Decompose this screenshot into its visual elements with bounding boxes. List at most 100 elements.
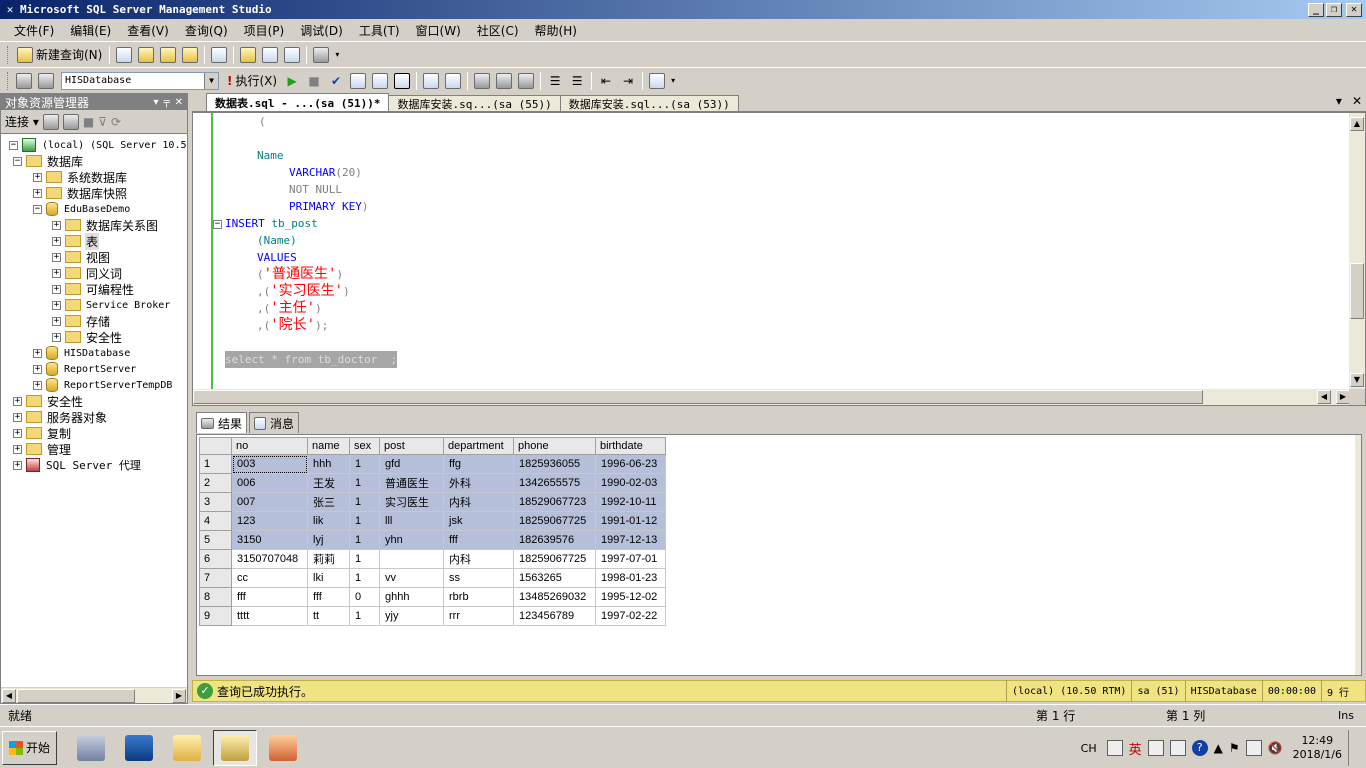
cell-birthdate[interactable]: 1997-12-13 bbox=[595, 530, 666, 550]
cell-birthdate[interactable]: 1997-02-22 bbox=[595, 606, 666, 626]
table-row[interactable]: 7 cc lki 1 vv ss 1563265 1998-01-23 bbox=[199, 568, 666, 588]
tree-node-replication[interactable]: + 复制 bbox=[13, 425, 72, 441]
tree-node-tables[interactable]: + 表 bbox=[52, 232, 100, 250]
minimize-button[interactable]: _ bbox=[1308, 2, 1324, 17]
row-number[interactable]: 4 bbox=[199, 511, 232, 531]
column-header-no[interactable]: no bbox=[231, 437, 308, 455]
menu-project[interactable]: 项目(P) bbox=[236, 22, 293, 39]
connect-dropdown[interactable]: 连接 ▾ bbox=[5, 113, 39, 130]
results-vscrollbar[interactable] bbox=[1355, 435, 1361, 675]
tree-node-sql-agent[interactable]: + SQL Server 代理 bbox=[13, 457, 142, 473]
filter-icon[interactable]: ⊽ bbox=[98, 115, 107, 129]
available-databases-select[interactable]: HISDatabase ▼ bbox=[61, 71, 219, 90]
ime-language[interactable]: CH bbox=[1077, 742, 1101, 755]
cell-phone[interactable]: 123456789 bbox=[513, 606, 596, 626]
cell-post[interactable]: ghhh bbox=[379, 587, 444, 607]
cell-post[interactable] bbox=[379, 549, 444, 569]
cell-no[interactable]: 3150 bbox=[231, 530, 308, 550]
show-desktop-button[interactable] bbox=[1348, 730, 1358, 766]
tray-expand-icon[interactable]: ▲ bbox=[1214, 741, 1223, 755]
scroll-left-icon[interactable]: ◀ bbox=[2, 689, 16, 703]
decrease-indent-button[interactable]: ⇤ bbox=[595, 70, 617, 92]
cell-phone[interactable]: 1563265 bbox=[513, 568, 596, 588]
volume-icon[interactable]: 🔇 bbox=[1268, 741, 1283, 755]
cell-birthdate[interactable]: 1996-06-23 bbox=[595, 454, 666, 474]
collapse-icon[interactable]: − bbox=[213, 220, 222, 229]
table-row[interactable]: 3 007 张三 1 实习医生 内科 18529067723 1992-10-1… bbox=[199, 492, 666, 512]
expand-icon[interactable]: + bbox=[52, 268, 61, 278]
tree-node-databases[interactable]: − 数据库 bbox=[13, 153, 84, 169]
toolbar-overflow-button[interactable]: ▾ bbox=[668, 70, 678, 92]
cell-birthdate[interactable]: 1992-10-11 bbox=[595, 492, 666, 512]
cell-no[interactable]: 007 bbox=[231, 492, 308, 512]
toolbar-grip[interactable] bbox=[7, 45, 10, 64]
expand-icon[interactable]: + bbox=[13, 396, 22, 406]
tree-node-reportserver[interactable]: + ReportServer bbox=[33, 361, 137, 377]
menu-debug[interactable]: 调试(D) bbox=[292, 22, 351, 39]
expand-icon[interactable]: + bbox=[52, 220, 61, 230]
ssms-app-icon[interactable]: ✕ bbox=[2, 2, 18, 18]
row-number[interactable]: 3 bbox=[199, 492, 232, 512]
estimated-plan-button[interactable] bbox=[347, 70, 369, 92]
toolbar-grip[interactable] bbox=[7, 71, 10, 90]
cell-name[interactable]: fff bbox=[307, 587, 350, 607]
tree-node-system-databases[interactable]: + 系统数据库 bbox=[33, 169, 128, 185]
client-statistics-button[interactable] bbox=[442, 70, 464, 92]
connect-server-icon[interactable] bbox=[42, 113, 59, 130]
query-designer-button[interactable] bbox=[369, 70, 391, 92]
cell-no[interactable]: 003 bbox=[231, 454, 308, 474]
cell-post[interactable]: lll bbox=[379, 511, 444, 531]
cell-sex[interactable]: 1 bbox=[349, 473, 380, 493]
cancel-query-button[interactable]: ■ bbox=[303, 70, 325, 92]
collapse-icon[interactable]: − bbox=[13, 156, 22, 166]
cell-department[interactable]: jsk bbox=[443, 511, 514, 531]
cell-name[interactable]: lki bbox=[307, 568, 350, 588]
table-row[interactable]: 4 123 lik 1 lll jsk 18259067725 1991-01-… bbox=[199, 511, 666, 531]
cell-name[interactable]: hhh bbox=[307, 454, 350, 474]
save-button[interactable] bbox=[259, 44, 281, 66]
editor-hscrollbar[interactable]: ◀ ▶ bbox=[193, 389, 1351, 405]
restore-button[interactable]: ❐ bbox=[1326, 2, 1342, 17]
disconnect-icon[interactable] bbox=[62, 113, 79, 130]
results-to-text-button[interactable] bbox=[471, 70, 493, 92]
parse-button[interactable]: ✔ bbox=[325, 70, 347, 92]
menu-edit[interactable]: 编辑(E) bbox=[62, 22, 119, 39]
taskbar-explorer[interactable] bbox=[165, 730, 209, 766]
cell-post[interactable]: 实习医生 bbox=[379, 492, 444, 512]
tree-node-reportservertempdb[interactable]: + ReportServerTempDB bbox=[33, 377, 173, 393]
row-number[interactable]: 1 bbox=[199, 454, 232, 474]
toolbar-overflow-button[interactable]: ▾ bbox=[332, 44, 342, 66]
cell-no[interactable]: fff bbox=[231, 587, 308, 607]
table-row[interactable]: 9 tttt tt 1 yjy rrr 123456789 1997-02-22 bbox=[199, 606, 666, 626]
tree-node-views[interactable]: + 视图 bbox=[52, 249, 111, 265]
tab-results[interactable]: 结果 bbox=[196, 412, 248, 433]
column-header-post[interactable]: post bbox=[379, 437, 444, 455]
chevron-down-icon[interactable]: ▼ bbox=[204, 72, 218, 89]
cell-post[interactable]: 普通医生 bbox=[379, 473, 444, 493]
help-icon[interactable]: ? bbox=[1191, 740, 1208, 756]
menu-tools[interactable]: 工具(T) bbox=[351, 22, 408, 39]
cell-phone[interactable]: 1825936055 bbox=[513, 454, 596, 474]
tree-node-programmability[interactable]: + 可编程性 bbox=[52, 281, 135, 297]
row-number[interactable]: 2 bbox=[199, 473, 232, 493]
analysis-query-button[interactable] bbox=[157, 44, 179, 66]
cell-birthdate[interactable]: 1990-02-03 bbox=[595, 473, 666, 493]
column-header-phone[interactable]: phone bbox=[513, 437, 596, 455]
menu-query[interactable]: 查询(Q) bbox=[177, 22, 236, 39]
cell-phone[interactable]: 182639576 bbox=[513, 530, 596, 550]
expand-icon[interactable]: + bbox=[13, 444, 22, 454]
save-all-button[interactable] bbox=[281, 44, 303, 66]
start-button[interactable]: 开始 bbox=[2, 730, 58, 765]
tree-node-synonyms[interactable]: + 同义词 bbox=[52, 265, 123, 281]
taskbar-server-manager[interactable] bbox=[69, 730, 113, 766]
cell-phone[interactable]: 1342655575 bbox=[513, 473, 596, 493]
cell-no[interactable]: 006 bbox=[231, 473, 308, 493]
column-header-birthdate[interactable]: birthdate bbox=[595, 437, 666, 455]
results-to-grid-button[interactable] bbox=[493, 70, 515, 92]
taskbar-app[interactable] bbox=[261, 730, 305, 766]
expand-icon[interactable]: + bbox=[33, 380, 42, 390]
expand-icon[interactable]: + bbox=[52, 252, 61, 262]
cell-name[interactable]: tt bbox=[307, 606, 350, 626]
cell-name[interactable]: 莉莉 bbox=[307, 549, 350, 569]
cell-birthdate[interactable]: 1991-01-12 bbox=[595, 511, 666, 531]
